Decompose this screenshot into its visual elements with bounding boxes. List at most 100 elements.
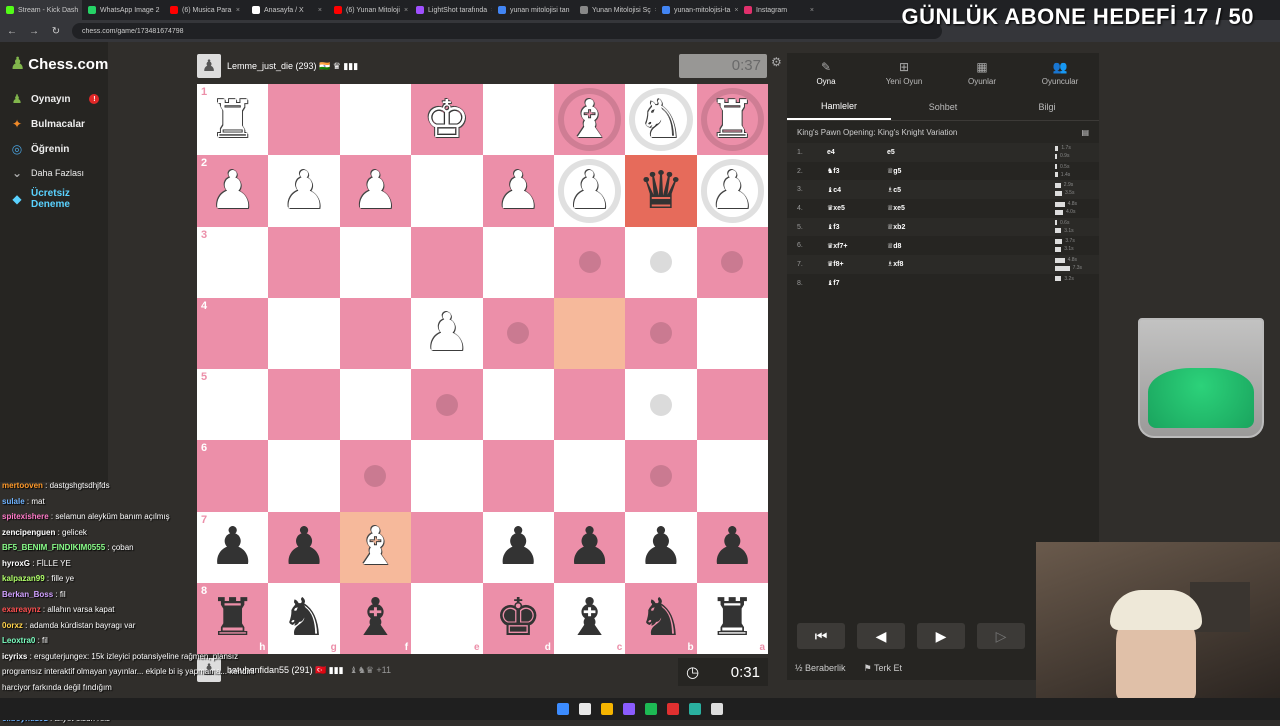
board-square[interactable] [483,84,554,155]
board-square[interactable]: ♜ [697,84,768,155]
board-square[interactable]: ♚ [411,84,482,155]
board-square[interactable] [697,369,768,440]
black-move[interactable]: e5 [887,149,947,156]
board-square[interactable] [340,369,411,440]
sidebar-item-learn[interactable]: ◎Öğrenin [10,142,69,156]
black-bishop-piece[interactable]: ♝ [352,592,399,644]
board-square[interactable] [411,155,482,226]
board-square[interactable]: 5 [197,369,268,440]
taskbar-app-icon[interactable] [623,703,635,715]
board-square[interactable] [625,440,696,511]
move-hint-dot[interactable] [436,394,458,416]
nav-tab-yeni-oyun[interactable]: ⊞Yeni Oyun [865,53,943,93]
sidebar-item-play[interactable]: ♟Oynayın! [10,92,99,106]
white-pawn-piece[interactable]: ♟ [209,165,256,217]
board-square[interactable]: ♟ [483,155,554,226]
board-square[interactable] [483,298,554,369]
board-square[interactable]: ♟ [483,512,554,583]
black-move[interactable]: ♗c5 [887,186,947,194]
chesscom-logo[interactable]: ♟ Chess.com [10,54,108,74]
board-square[interactable] [411,369,482,440]
move-hint-dot[interactable] [650,322,672,344]
book-icon[interactable]: ▤ [1081,128,1089,137]
back-icon[interactable]: ← [6,26,18,37]
board-square[interactable]: b♞ [625,583,696,654]
board-square[interactable] [483,369,554,440]
board-square[interactable] [554,440,625,511]
nav-tab-oyunlar[interactable]: ▦Oyunlar [943,53,1021,93]
black-rook-piece[interactable]: ♜ [709,592,756,644]
board-square[interactable]: ♟ [411,298,482,369]
white-pawn-piece[interactable]: ♟ [495,165,542,217]
close-tab-icon[interactable]: × [318,7,322,14]
board-square[interactable] [554,369,625,440]
board-square[interactable]: ♟ [554,155,625,226]
browser-tab[interactable]: yunan mitolojisi tan× [492,0,574,20]
taskbar-app-icon[interactable] [601,703,613,715]
board-square[interactable]: 1♜ [197,84,268,155]
sidebar-item-free-trial[interactable]: ◆Ücretsiz Deneme [10,188,70,210]
board-square[interactable] [625,369,696,440]
browser-tab[interactable]: LightShot tarafında× [410,0,492,20]
browser-tab[interactable]: (6) Musica Para× [164,0,246,20]
board-square[interactable] [268,369,339,440]
nav-tab-oyuncular[interactable]: 👥Oyuncular [1021,53,1099,93]
tab-sohbet[interactable]: Sohbet [891,93,995,120]
board-square[interactable]: ♟ [697,512,768,583]
board-square[interactable] [697,440,768,511]
board-square[interactable] [268,84,339,155]
board-square[interactable] [697,227,768,298]
taskbar-app-icon[interactable] [667,703,679,715]
black-queen-piece[interactable]: ♛ [638,165,685,217]
white-rook-piece[interactable]: ♜ [209,94,256,146]
sidebar-item-puzzles[interactable]: ✦Bulmacalar [10,117,85,131]
move-hint-dot[interactable] [721,251,743,273]
sidebar-item-more[interactable]: ⌄Daha Fazlası [10,166,84,180]
black-bishop-piece[interactable]: ♝ [566,592,613,644]
board-square[interactable]: 2♟ [197,155,268,226]
move-hint-dot[interactable] [579,251,601,273]
browser-tab[interactable]: (6) Yunan Mitoloji× [328,0,410,20]
white-move[interactable]: e4 [827,149,887,156]
next-move-button[interactable]: ▶ [917,623,965,649]
board-square[interactable]: ♟ [625,512,696,583]
board-square[interactable] [411,512,482,583]
board-square[interactable] [625,227,696,298]
move-hint-dot[interactable] [650,251,672,273]
board-square[interactable] [483,440,554,511]
taskbar-app-icon[interactable] [689,703,701,715]
white-pawn-piece[interactable]: ♟ [281,165,328,217]
black-move[interactable]: ♕d8 [887,242,947,250]
black-pawn-piece[interactable]: ♟ [638,521,685,573]
board-square[interactable] [411,227,482,298]
taskbar-app-icon[interactable] [557,703,569,715]
board-square[interactable] [340,227,411,298]
forward-icon[interactable]: → [28,26,40,37]
browser-tab[interactable]: Instagram× [738,0,820,20]
board-square[interactable] [483,227,554,298]
board-square[interactable]: a♜ [697,583,768,654]
opponent-avatar[interactable]: ♟ [197,54,221,78]
black-king-piece[interactable]: ♚ [495,592,542,644]
white-move[interactable]: ♛f8+ [827,260,887,268]
board-square[interactable]: 3 [197,227,268,298]
white-move[interactable]: ♛xe5 [827,204,887,212]
move-hint-dot[interactable] [650,394,672,416]
black-pawn-piece[interactable]: ♟ [709,521,756,573]
move-hint-dot[interactable] [507,322,529,344]
resign-button[interactable]: ⚑ Terk Et [864,663,902,674]
board-square[interactable]: ♝ [554,84,625,155]
browser-tab[interactable]: yunan-mitolojisi-ta× [656,0,738,20]
white-move[interactable]: ♞f3 [827,167,887,175]
black-move[interactable]: ♕xb2 [887,223,947,231]
browser-tab[interactable]: Anasayfa / X× [246,0,328,20]
board-square[interactable] [554,298,625,369]
tab-hamleler[interactable]: Hamleler [787,93,891,120]
move-hint-dot[interactable] [650,465,672,487]
black-pawn-piece[interactable]: ♟ [566,521,613,573]
tab-bilgi[interactable]: Bilgi [995,93,1099,120]
opponent-name[interactable]: Lemme_just_die (293) 🇮🇳 ♛ ▮▮▮ [227,61,358,72]
first-move-button[interactable]: ⏮ [797,623,845,649]
board-square[interactable]: ♞ [625,84,696,155]
black-knight-piece[interactable]: ♞ [638,592,685,644]
